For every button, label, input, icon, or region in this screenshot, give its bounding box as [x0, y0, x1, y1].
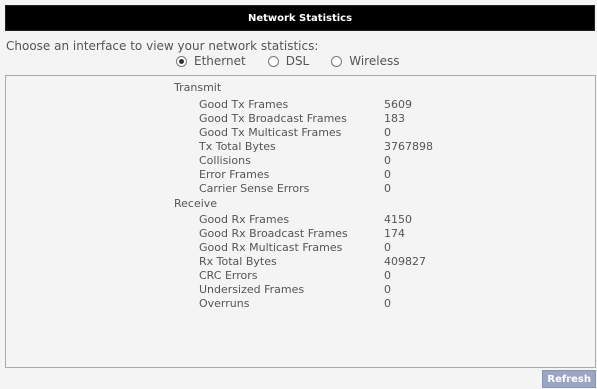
- stat-label: Good Tx Frames: [199, 98, 289, 111]
- stat-label: Tx Total Bytes: [199, 140, 276, 153]
- stat-label: Rx Total Bytes: [199, 255, 277, 268]
- interface-prompt: Choose an interface to view your network…: [6, 39, 319, 53]
- stat-label: Overruns: [199, 297, 250, 310]
- stat-row: Undersized Frames 0: [199, 283, 459, 297]
- stat-value: 5609: [384, 98, 412, 111]
- transmit-heading: Transmit: [174, 81, 222, 94]
- radio-dsl[interactable]: DSL: [267, 54, 310, 68]
- stat-value: 0: [384, 182, 391, 195]
- radio-ethernet-label: Ethernet: [194, 54, 246, 68]
- stat-value: 183: [384, 112, 405, 125]
- stat-row: Good Rx Multicast Frames 0: [199, 241, 459, 255]
- stat-label: Good Rx Broadcast Frames: [199, 227, 348, 240]
- stat-value: 0: [384, 297, 391, 310]
- radio-ethernet-circle[interactable]: [176, 55, 187, 67]
- stat-label: Undersized Frames: [199, 283, 305, 296]
- receive-heading: Receive: [174, 197, 218, 210]
- radio-dsl-circle[interactable]: [267, 55, 279, 67]
- radio-ethernet[interactable]: Ethernet: [176, 54, 246, 68]
- window-title-bar: Network Statistics: [5, 5, 595, 31]
- stat-label: Carrier Sense Errors: [199, 182, 310, 195]
- stat-value: 0: [384, 283, 391, 296]
- stat-row: Good Rx Frames 4150: [199, 213, 459, 227]
- stat-row: Carrier Sense Errors 0: [199, 182, 459, 196]
- stat-label: Good Rx Multicast Frames: [199, 241, 343, 254]
- stat-value: 4150: [384, 213, 412, 226]
- stat-value: 0: [384, 269, 391, 282]
- refresh-button[interactable]: Refresh: [542, 370, 596, 388]
- stat-value: 0: [384, 126, 391, 139]
- window-title: Network Statistics: [247, 12, 353, 24]
- stat-value: 0: [384, 154, 391, 167]
- stat-row: Error Frames 0: [199, 168, 459, 182]
- stat-label: Good Tx Broadcast Frames: [199, 112, 347, 125]
- stat-row: Good Tx Multicast Frames 0: [199, 126, 459, 140]
- stat-value: 174: [384, 227, 405, 240]
- stat-label: Collisions: [199, 154, 251, 167]
- stat-label: Good Rx Frames: [199, 213, 290, 226]
- stat-row: CRC Errors 0: [199, 269, 459, 283]
- stat-row: Good Rx Broadcast Frames 174: [199, 227, 459, 241]
- stat-value: 0: [384, 168, 391, 181]
- stat-label: Good Tx Multicast Frames: [199, 126, 342, 139]
- interface-radio-group: Ethernet DSL Wireless: [176, 54, 421, 68]
- stat-label: Error Frames: [199, 168, 270, 181]
- stat-value: 0: [384, 241, 391, 254]
- stat-value: 409827: [384, 255, 426, 268]
- stat-row: Rx Total Bytes 409827: [199, 255, 459, 269]
- radio-wireless-label: Wireless: [349, 54, 400, 68]
- stat-label: CRC Errors: [199, 269, 258, 282]
- bottom-bar: Refresh: [5, 368, 596, 389]
- radio-wireless-circle[interactable]: [331, 55, 343, 67]
- stat-row: Tx Total Bytes 3767898: [199, 140, 459, 154]
- stat-row: Good Tx Frames 5609: [199, 98, 459, 112]
- stat-row: Collisions 0: [199, 154, 459, 168]
- radio-dsl-label: DSL: [285, 54, 310, 68]
- stat-row: Good Tx Broadcast Frames 183: [199, 112, 459, 126]
- stat-row: Overruns 0: [199, 297, 459, 311]
- radio-wireless[interactable]: Wireless: [331, 54, 399, 68]
- stat-value: 3767898: [384, 140, 433, 153]
